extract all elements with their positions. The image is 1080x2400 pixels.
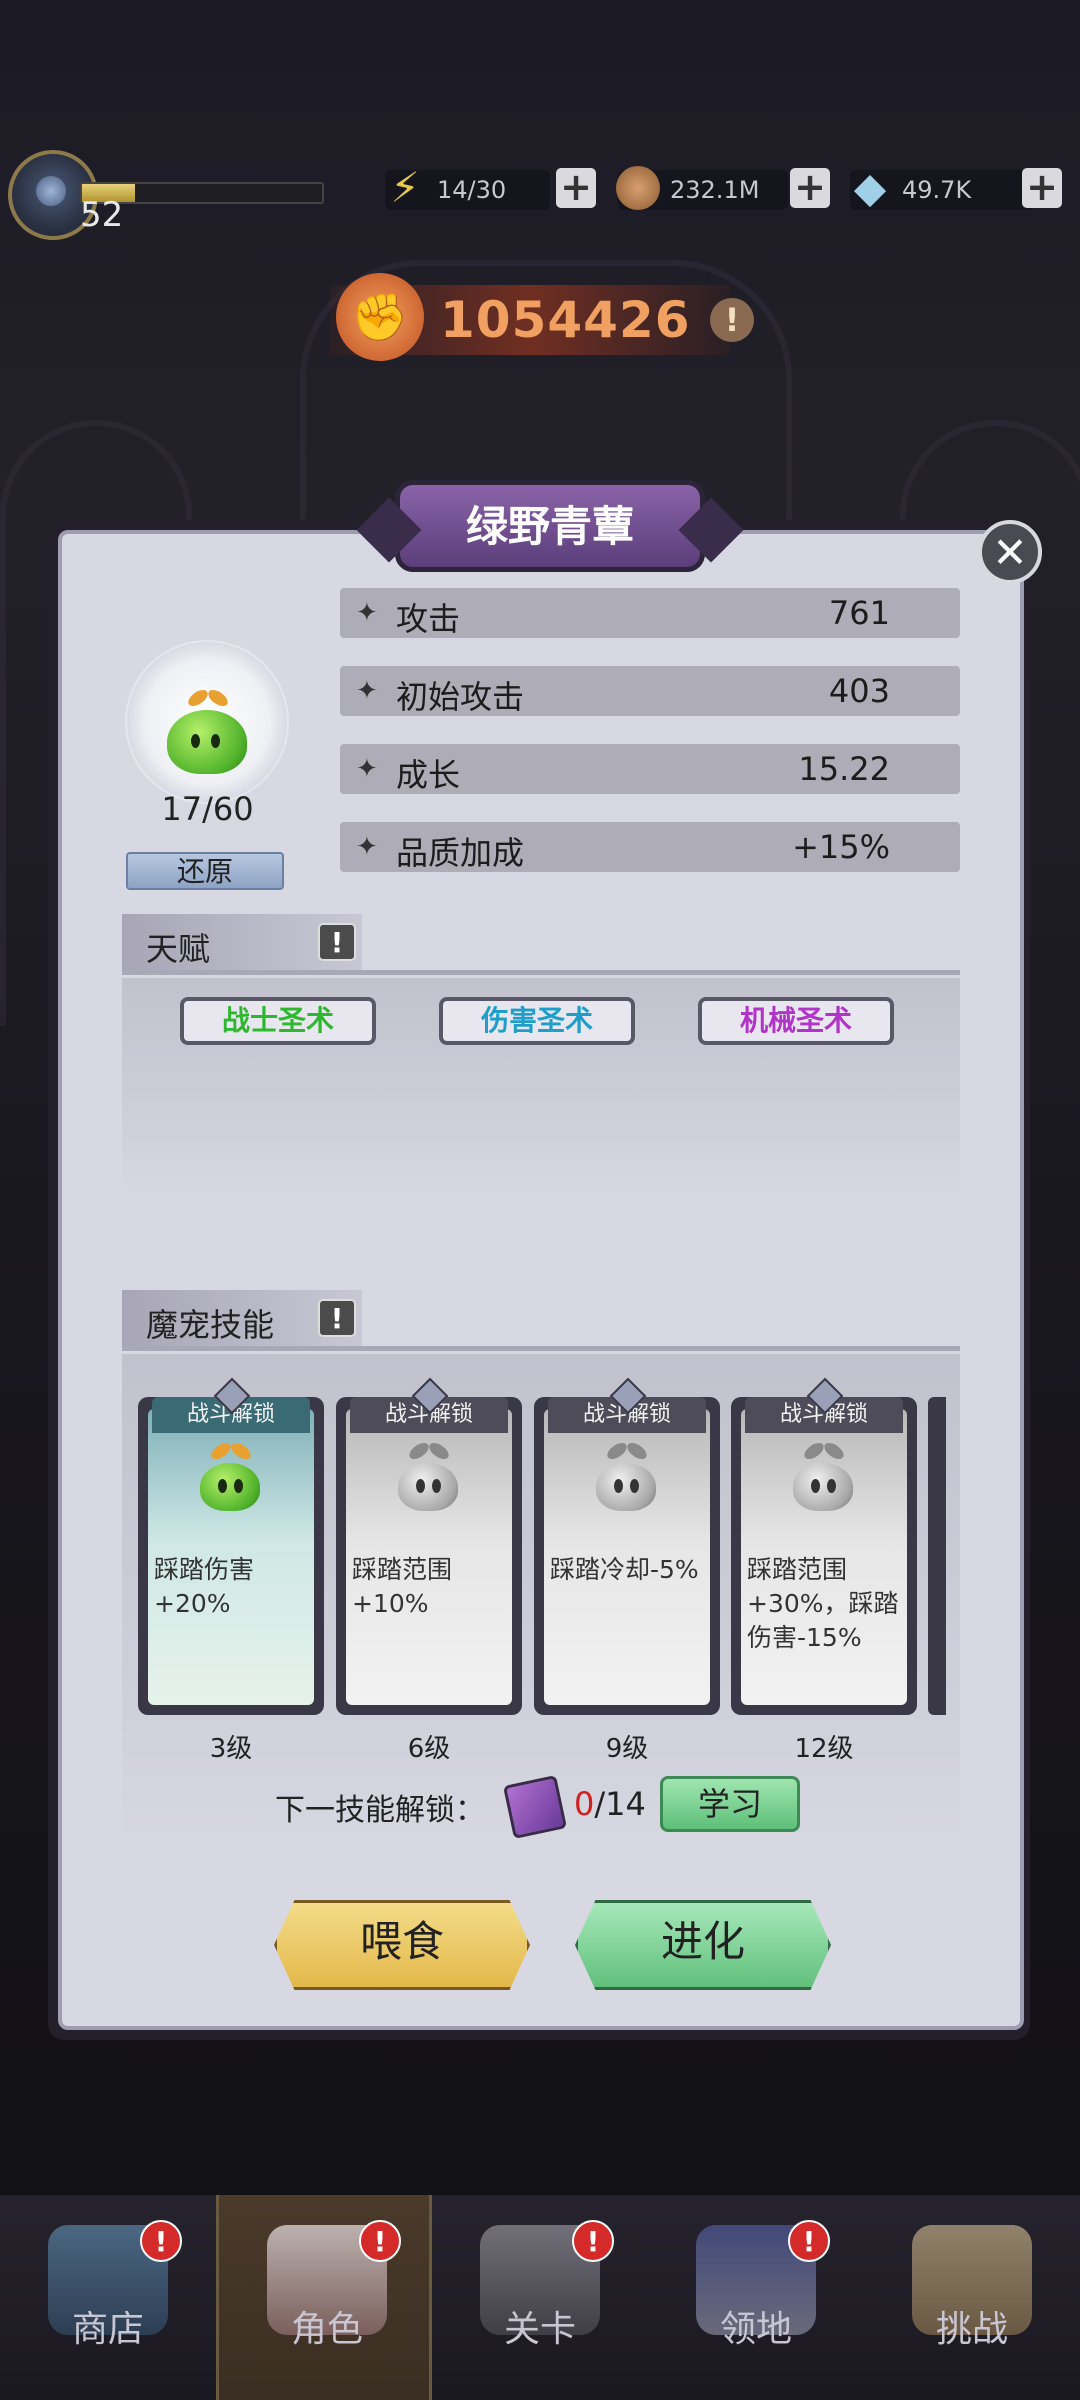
slime-pet-icon	[398, 1463, 458, 1511]
skills-info-button[interactable]: !	[318, 1299, 356, 1337]
nav-territory[interactable]: ! 领地	[648, 2195, 864, 2400]
slime-pet-icon	[167, 710, 247, 774]
notification-badge: !	[572, 2220, 614, 2262]
learn-button[interactable]: 学习	[660, 1776, 800, 1832]
close-icon: ✕	[992, 528, 1028, 577]
stat-quality-bonus: ✦ 品质加成 +15%	[340, 822, 960, 872]
player-level: 52	[80, 195, 124, 235]
restore-button[interactable]: 还原	[126, 852, 284, 890]
slime-pet-icon	[793, 1463, 853, 1511]
talent-warrior[interactable]: 战士圣术	[180, 997, 376, 1045]
energy-counter: ⚡ 14/30	[385, 167, 550, 210]
stat-base-attack: ✦ 初始攻击 403	[340, 666, 960, 716]
skills-header: 魔宠技能 !	[122, 1290, 422, 1346]
gold-counter: 232.1M	[616, 166, 788, 210]
combat-power-value: 1054426	[440, 291, 691, 349]
skills-title: 魔宠技能	[146, 1306, 275, 1344]
divider	[122, 1346, 960, 1351]
coin-icon	[610, 160, 666, 216]
energy-value: 14/30	[437, 176, 507, 204]
close-button[interactable]: ✕	[978, 520, 1042, 584]
sparkle-icon: ✦	[356, 676, 378, 706]
next-unlock-label: 下一技能解锁：	[275, 1793, 485, 1828]
nav-challenge[interactable]: 挑战	[864, 2195, 1080, 2400]
add-energy-button[interactable]: +	[556, 168, 596, 208]
talent-info-button[interactable]: !	[318, 923, 356, 961]
diamond-value: 49.7K	[902, 176, 972, 204]
skill-card[interactable]: 战斗解锁 踩踏范围+30%，踩踏伤害-15% 12级	[731, 1377, 917, 1764]
nav-character[interactable]: ! 角色	[216, 2195, 432, 2400]
feed-button[interactable]: 喂食	[274, 1900, 530, 1990]
notification-badge: !	[140, 2220, 182, 2262]
slime-pet-icon	[200, 1463, 260, 1511]
skill-book-count: 0/14	[574, 1785, 646, 1823]
power-info-button[interactable]: !	[710, 298, 754, 342]
diamond-counter: ◆ 49.7K	[850, 167, 1035, 210]
nav-shop[interactable]: ! 商店	[0, 2195, 216, 2400]
diamond-icon: ◆	[853, 163, 887, 212]
divider	[122, 970, 960, 975]
evolve-button[interactable]: 进化	[575, 1900, 831, 1990]
skill-book-icon	[502, 1774, 568, 1840]
notification-badge: !	[788, 2220, 830, 2262]
pet-level: 17/60	[161, 790, 254, 828]
talent-header: 天赋 !	[122, 914, 422, 970]
stat-growth: ✦ 成长 15.22	[340, 744, 960, 794]
talent-title: 天赋	[146, 930, 211, 968]
add-gold-button[interactable]: +	[790, 168, 830, 208]
stat-attack: ✦ 攻击 761	[340, 588, 960, 638]
gold-value: 232.1M	[670, 176, 760, 204]
sparkle-icon: ✦	[356, 832, 378, 862]
sparkle-icon: ✦	[356, 598, 378, 628]
skill-card-peek	[928, 1397, 946, 1715]
talent-mechanic[interactable]: 机械圣术	[698, 997, 894, 1045]
fist-icon: ✊	[336, 273, 424, 361]
nav-stages[interactable]: ! 关卡	[432, 2195, 648, 2400]
notification-badge: !	[359, 2220, 401, 2262]
pet-name-title: 绿野青蕈	[395, 480, 705, 572]
sparkle-icon: ✦	[356, 754, 378, 784]
skill-card[interactable]: 战斗解锁 踩踏伤害+20% 3级	[138, 1377, 324, 1764]
skill-card[interactable]: 战斗解锁 踩踏范围+10% 6级	[336, 1377, 522, 1764]
lightning-icon: ⚡	[390, 163, 420, 212]
skill-card[interactable]: 战斗解锁 踩踏冷却-5% 9级	[534, 1377, 720, 1764]
combat-power: ✊ 1054426 !	[330, 273, 754, 361]
talent-damage[interactable]: 伤害圣术	[439, 997, 635, 1045]
add-diamond-button[interactable]: +	[1022, 168, 1062, 208]
slime-pet-icon	[596, 1463, 656, 1511]
